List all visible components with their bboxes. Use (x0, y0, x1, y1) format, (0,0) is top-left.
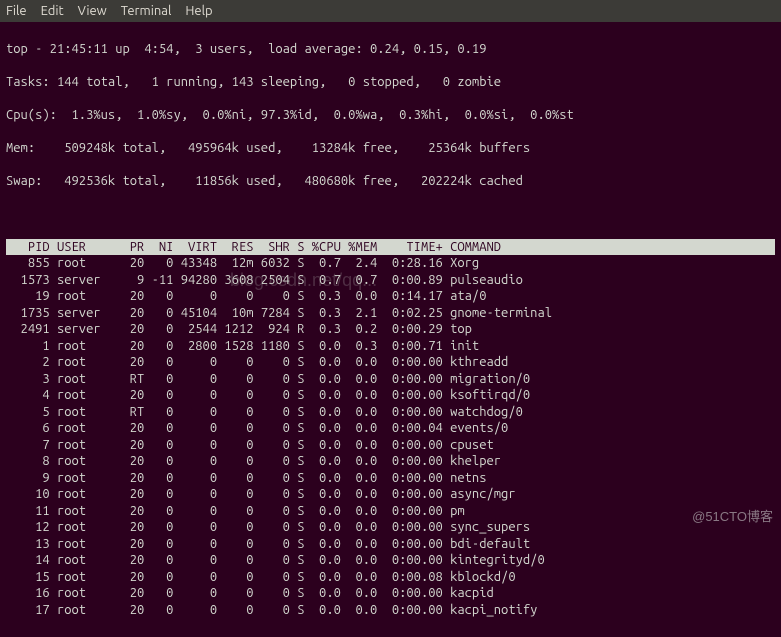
process-table-header: PID USER PR NI VIRT RES SHR S %CPU %MEM … (6, 239, 775, 256)
process-row: 19 root 20 0 0 0 0 S 0.3 0.0 0:14.17 ata… (6, 288, 775, 305)
menu-terminal[interactable]: Terminal (121, 4, 172, 18)
process-row: 9 root 20 0 0 0 0 S 0.0 0.0 0:00.00 netn… (6, 470, 775, 487)
process-row: 2 root 20 0 0 0 0 S 0.0 0.0 0:00.00 kthr… (6, 354, 775, 371)
process-row: 13 root 20 0 0 0 0 S 0.0 0.0 0:00.00 bdi… (6, 536, 775, 553)
process-row: 16 root 20 0 0 0 0 S 0.0 0.0 0:00.00 kac… (6, 585, 775, 602)
process-row: 7 root 20 0 0 0 0 S 0.0 0.0 0:00.00 cpus… (6, 437, 775, 454)
process-row: 3 root RT 0 0 0 0 S 0.0 0.0 0:00.00 migr… (6, 371, 775, 388)
menubar: File Edit View Terminal Help (0, 0, 781, 22)
menu-help[interactable]: Help (185, 4, 212, 18)
top-summary-tasks: Tasks: 144 total, 1 running, 143 sleepin… (6, 74, 775, 91)
process-row: 2491 server 20 0 2544 1212 924 R 0.3 0.2… (6, 321, 775, 338)
top-summary-cpu: Cpu(s): 1.3%us, 1.0%sy, 0.0%ni, 97.3%id,… (6, 107, 775, 124)
process-row: 15 root 20 0 0 0 0 S 0.0 0.0 0:00.08 kbl… (6, 569, 775, 586)
menu-edit[interactable]: Edit (41, 4, 64, 18)
process-row: 14 root 20 0 0 0 0 S 0.0 0.0 0:00.00 kin… (6, 552, 775, 569)
process-row: 17 root 20 0 0 0 0 S 0.0 0.0 0:00.00 kac… (6, 602, 775, 619)
top-summary-swap: Swap: 492536k total, 11856k used, 480680… (6, 173, 775, 190)
terminal-output[interactable]: top - 21:45:11 up 4:54, 3 users, load av… (0, 22, 781, 637)
process-row: 5 root RT 0 0 0 0 S 0.0 0.0 0:00.00 watc… (6, 404, 775, 421)
process-row: 855 root 20 0 43348 12m 6032 S 0.7 2.4 0… (6, 255, 775, 272)
process-row: 10 root 20 0 0 0 0 S 0.0 0.0 0:00.00 asy… (6, 486, 775, 503)
top-summary-mem: Mem: 509248k total, 495964k used, 13284k… (6, 140, 775, 157)
process-row: 1735 server 20 0 45104 10m 7284 S 0.3 2.… (6, 305, 775, 322)
process-row: 8 root 20 0 0 0 0 S 0.0 0.0 0:00.00 khel… (6, 453, 775, 470)
process-row: 6 root 20 0 0 0 0 S 0.0 0.0 0:00.04 even… (6, 420, 775, 437)
top-summary-uptime: top - 21:45:11 up 4:54, 3 users, load av… (6, 41, 775, 58)
process-row: 1573 server 9 -11 94280 3608 2504 S 0.7 … (6, 272, 775, 289)
process-row: 11 root 20 0 0 0 0 S 0.0 0.0 0:00.00 pm (6, 503, 775, 520)
menu-file[interactable]: File (6, 4, 27, 18)
menu-view[interactable]: View (78, 4, 107, 18)
process-table-body: 855 root 20 0 43348 12m 6032 S 0.7 2.4 0… (6, 255, 775, 618)
process-row: 12 root 20 0 0 0 0 S 0.0 0.0 0:00.00 syn… (6, 519, 775, 536)
process-row: 4 root 20 0 0 0 0 S 0.0 0.0 0:00.00 ksof… (6, 387, 775, 404)
process-row: 1 root 20 0 2800 1528 1180 S 0.0 0.3 0:0… (6, 338, 775, 355)
